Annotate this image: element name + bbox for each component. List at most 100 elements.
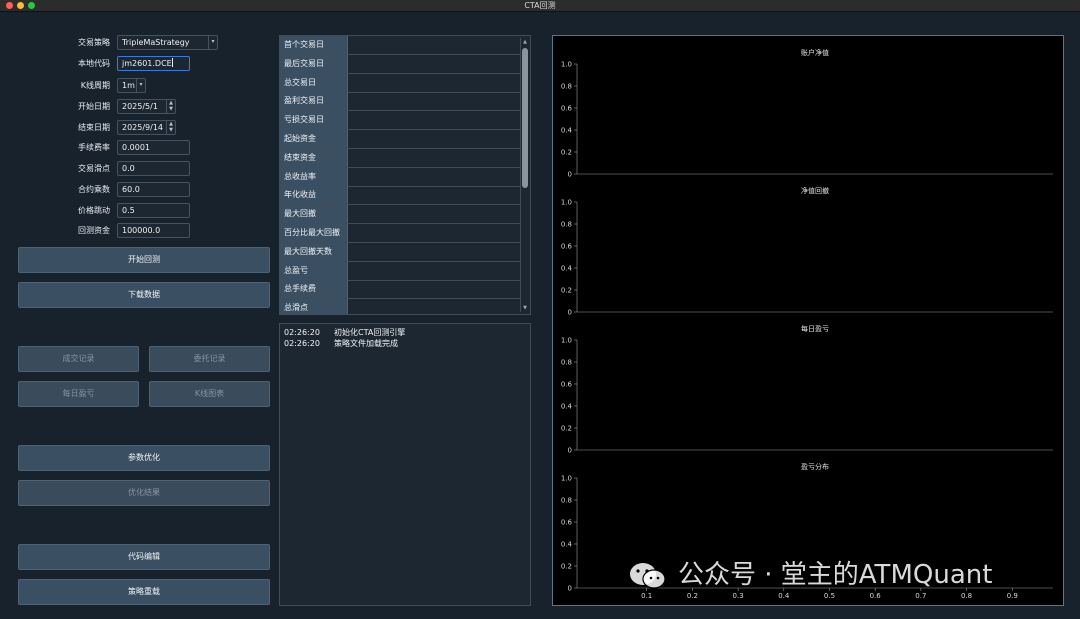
strategy-label: 交易策略	[78, 38, 110, 47]
end-date-input[interactable]: 2025/9/14 ▲ ▼	[117, 120, 176, 135]
table-row-header: 最大回撤	[280, 205, 348, 224]
table-cell-value	[349, 130, 520, 148]
strategy-row: 交易策略 TripleMaStrategy ▾	[0, 35, 220, 50]
optimize-button[interactable]: 参数优化	[18, 445, 270, 471]
start-date-label: 开始日期	[78, 102, 110, 111]
rate-input[interactable]: 0.0001	[117, 140, 190, 155]
table-row[interactable]: 最大回撤	[280, 205, 520, 225]
table-row[interactable]: 起始资金	[280, 130, 520, 149]
table-row-header: 年化收益	[280, 186, 348, 205]
table-row[interactable]: 最后交易日	[280, 54, 520, 74]
slippage-label: 交易滑点	[78, 164, 110, 173]
y-tick-label: 0.2	[561, 287, 572, 295]
table-row-header: 总滑点	[280, 299, 348, 314]
download-data-button[interactable]: 下载数据	[18, 282, 270, 308]
table-cell-value	[349, 205, 520, 223]
table-cell-value	[349, 262, 520, 280]
y-tick-label: 0.4	[561, 403, 573, 411]
scrollbar-thumb[interactable]	[522, 48, 528, 188]
y-tick-label: 0	[568, 171, 572, 179]
trade-records-button[interactable]: 成交记录	[18, 346, 139, 372]
slippage-input[interactable]: 0.0	[117, 161, 190, 176]
x-tick-label: 0.8	[961, 592, 972, 600]
y-tick-label: 0.4	[561, 265, 573, 273]
capital-input[interactable]: 100000.0	[117, 223, 190, 238]
strategy-select[interactable]: TripleMaStrategy ▾	[117, 35, 218, 50]
size-row: 合约乘数 60.0	[0, 182, 220, 197]
order-records-button[interactable]: 委托记录	[149, 346, 270, 372]
table-row-header: 总交易日	[280, 73, 348, 92]
log-panel[interactable]: 02:26:20 初始化CTA回测引擎 02:26:20 策略文件加载完成	[279, 323, 531, 606]
symbol-value: jm2601.DCE	[122, 59, 172, 68]
table-cell-value	[349, 299, 520, 314]
x-tick-label: 0.6	[870, 592, 882, 600]
text-caret	[171, 58, 173, 67]
table-cell-value	[349, 186, 520, 204]
reload-strategy-button[interactable]: 策略重载	[18, 579, 270, 605]
table-row[interactable]: 首个交易日	[280, 36, 520, 55]
x-tick-label: 0.3	[733, 592, 744, 600]
table-row[interactable]: 结束资金	[280, 148, 520, 168]
capital-row: 回测资金 100000.0	[0, 223, 220, 238]
kline-chart-button[interactable]: K线图表	[149, 381, 270, 407]
table-row-header: 最后交易日	[280, 54, 348, 73]
table-row-header: 盈利交易日	[280, 92, 348, 111]
interval-select[interactable]: 1m ▾	[117, 78, 146, 93]
y-tick-label: 0.6	[561, 105, 573, 113]
table-row[interactable]: 总手续费	[280, 280, 520, 300]
slippage-row: 交易滑点 0.0	[0, 161, 220, 176]
y-tick-label: 0.8	[561, 497, 572, 505]
symbol-input[interactable]: jm2601.DCE	[117, 56, 190, 71]
table-scrollbar[interactable]: ▲ ▼	[520, 38, 528, 312]
daily-pnl-button[interactable]: 每日盈亏	[18, 381, 139, 407]
interval-row: K线周期 1m ▾	[0, 78, 220, 93]
log-line: 02:26:20 策略文件加载完成	[284, 339, 398, 349]
scroll-down-icon[interactable]: ▼	[521, 304, 529, 312]
date-stepper-icon[interactable]: ▲ ▼	[166, 100, 175, 113]
chevron-down-icon: ▾	[208, 36, 217, 49]
table-row[interactable]: 盈利交易日	[280, 92, 520, 112]
start-date-input[interactable]: 2025/5/1 ▲ ▼	[117, 99, 176, 114]
table-row[interactable]: 总滑点	[280, 299, 520, 314]
start-date-row: 开始日期 2025/5/1 ▲ ▼	[0, 99, 220, 114]
y-tick-label: 0.6	[561, 243, 573, 251]
table-row[interactable]: 年化收益	[280, 186, 520, 206]
table-cell-value	[349, 280, 520, 298]
table-row-header: 起始资金	[280, 130, 348, 148]
table-cell-value	[349, 149, 520, 167]
start-date-value: 2025/5/1	[122, 102, 158, 111]
chart-title: 每日盈亏	[801, 324, 829, 333]
pricetick-input[interactable]: 0.5	[117, 203, 190, 218]
table-row[interactable]: 总交易日	[280, 73, 520, 93]
x-tick-label: 0.5	[824, 592, 835, 600]
scroll-up-icon[interactable]: ▲	[521, 38, 529, 46]
y-tick-label: 0.6	[561, 381, 573, 389]
wechat-icon	[630, 563, 666, 589]
strategy-value: TripleMaStrategy	[122, 38, 190, 47]
y-tick-label: 0	[568, 447, 572, 455]
table-row-header: 最大回撤天数	[280, 242, 348, 261]
table-row[interactable]: 总盈亏	[280, 261, 520, 281]
title-bar: CTA回测	[0, 0, 1080, 12]
y-tick-label: 1.0	[561, 475, 572, 483]
optimize-result-button[interactable]: 优化结果	[18, 480, 270, 506]
date-stepper-icon[interactable]: ▲ ▼	[166, 121, 175, 134]
table-row[interactable]: 最大回撤天数	[280, 242, 520, 262]
size-input[interactable]: 60.0	[117, 182, 190, 197]
rate-row: 手续费率 0.0001	[0, 140, 220, 155]
x-tick-label: 0.7	[915, 592, 926, 600]
table-row-header: 亏损交易日	[280, 111, 348, 130]
table-row[interactable]: 百分比最大回撤	[280, 224, 520, 243]
table-cell-value	[349, 224, 520, 242]
table-row[interactable]: 亏损交易日	[280, 111, 520, 131]
interval-value: 1m	[122, 81, 135, 90]
start-backtest-button[interactable]: 开始回测	[18, 247, 270, 273]
x-tick-label: 0.1	[641, 592, 652, 600]
table-row[interactable]: 总收益率	[280, 167, 520, 187]
window-title: CTA回测	[524, 1, 556, 10]
log-time: 02:26:20	[284, 328, 320, 337]
edit-code-button[interactable]: 代码编辑	[18, 544, 270, 570]
chevron-down-icon: ▾	[136, 79, 145, 92]
log-message: 初始化CTA回测引擎	[334, 328, 406, 337]
size-label: 合约乘数	[78, 185, 110, 194]
